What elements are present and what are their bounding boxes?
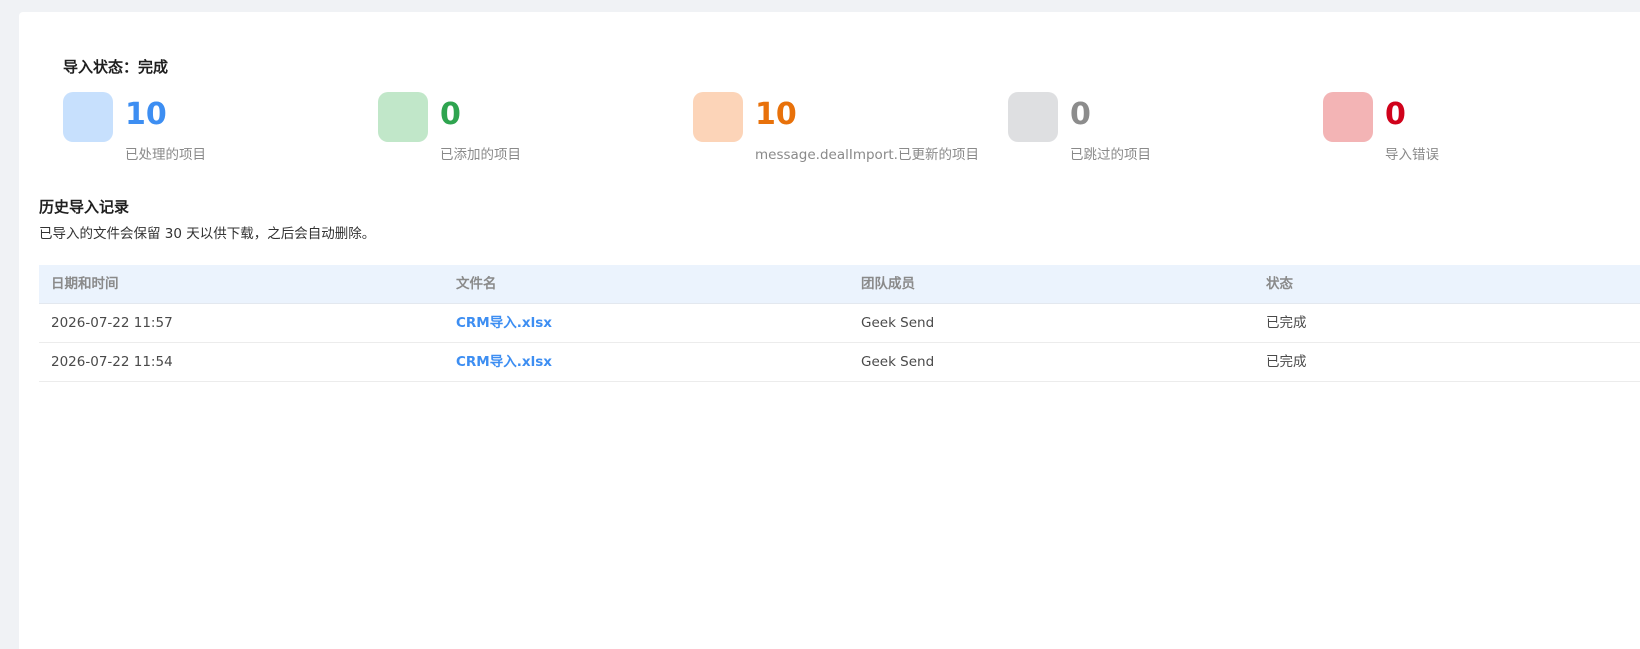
skipped-icon <box>1008 92 1058 142</box>
history-table: 日期和时间 文件名 团队成员 状态 2026-07-22 11:57 CRM导入… <box>39 265 1640 382</box>
stat-label: 已跳过的项目 <box>1070 147 1151 163</box>
column-header-member: 团队成员 <box>861 276 915 292</box>
history-description: 已导入的文件会保留 30 天以供下载，之后会自动删除。 <box>39 226 376 242</box>
table-row: 2026-07-22 11:54 CRM导入.xlsx Geek Send 已完… <box>39 343 1640 382</box>
import-card: 导入状态：完成 10 已处理的项目 0 已添加的项目 10 message.de… <box>19 12 1640 649</box>
stat-value: 10 <box>125 97 167 132</box>
row-member: Geek Send <box>861 315 935 331</box>
column-header-datetime: 日期和时间 <box>51 276 119 292</box>
stat-label: 已添加的项目 <box>440 147 521 163</box>
updated-icon <box>693 92 743 142</box>
table-row: 2026-07-22 11:57 CRM导入.xlsx Geek Send 已完… <box>39 304 1640 343</box>
row-datetime: 2026-07-22 11:57 <box>51 315 173 331</box>
row-status: 已完成 <box>1266 354 1307 370</box>
stat-label: 导入错误 <box>1385 147 1439 163</box>
stat-label: 已处理的项目 <box>125 147 206 163</box>
column-header-status: 状态 <box>1266 276 1293 292</box>
stat-value: 10 <box>755 97 797 132</box>
table-header: 日期和时间 文件名 团队成员 状态 <box>39 265 1640 304</box>
stat-value: 0 <box>1385 97 1406 132</box>
import-status-title: 导入状态：完成 <box>63 58 169 76</box>
row-member: Geek Send <box>861 354 935 370</box>
row-status: 已完成 <box>1266 315 1307 331</box>
processed-icon <box>63 92 113 142</box>
stat-value: 0 <box>1070 97 1091 132</box>
history-title: 历史导入记录 <box>39 198 130 216</box>
row-filename-link[interactable]: CRM导入.xlsx <box>456 304 552 342</box>
error-icon <box>1323 92 1373 142</box>
stat-label: message.dealImport.已更新的项目 <box>755 147 979 163</box>
import-stats: 10 已处理的项目 0 已添加的项目 10 message.dealImport… <box>63 92 1640 166</box>
added-icon <box>378 92 428 142</box>
column-header-filename: 文件名 <box>456 276 497 292</box>
stat-value: 0 <box>440 97 461 132</box>
row-filename-link[interactable]: CRM导入.xlsx <box>456 343 552 381</box>
row-datetime: 2026-07-22 11:54 <box>51 354 173 370</box>
